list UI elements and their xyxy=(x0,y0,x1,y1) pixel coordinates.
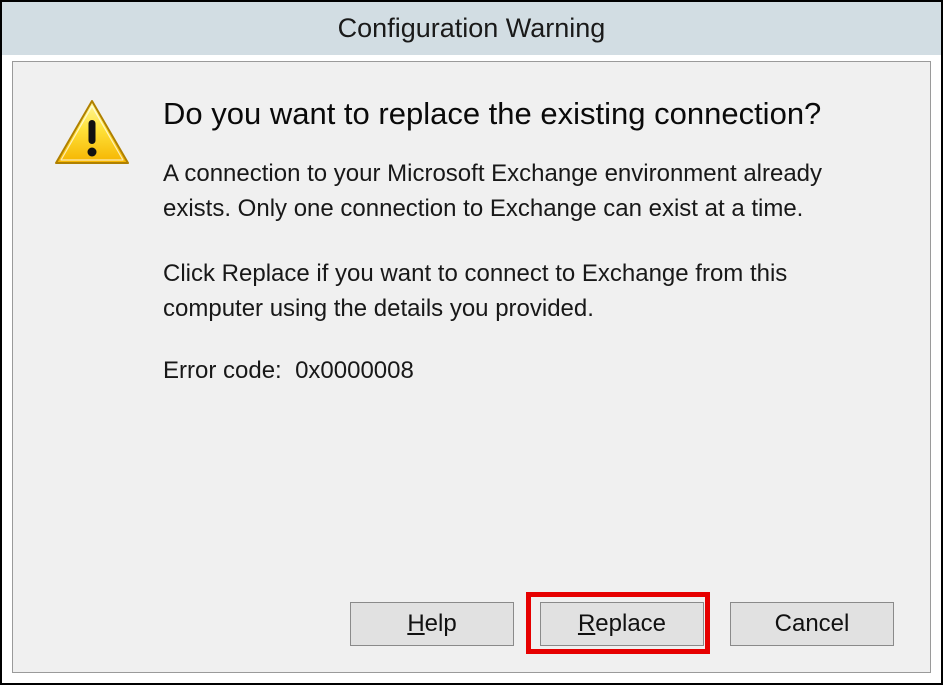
help-button-rest: elp xyxy=(425,610,457,637)
cancel-button-label: Cancel xyxy=(775,610,850,638)
dialog-body: Do you want to replace the existing conn… xyxy=(12,61,931,673)
text-column: Do you want to replace the existing conn… xyxy=(163,92,890,385)
icon-column xyxy=(53,92,163,168)
error-code-line: Error code: 0x0000008 xyxy=(163,357,890,385)
titlebar: Configuration Warning xyxy=(2,2,941,55)
replace-button-rest: eplace xyxy=(595,610,666,637)
replace-button[interactable]: Replace xyxy=(540,602,704,646)
dialog-paragraph-1: A connection to your Microsoft Exchange … xyxy=(163,157,890,227)
button-row: Help Replace Cancel xyxy=(350,602,894,646)
cancel-button[interactable]: Cancel xyxy=(730,602,894,646)
warning-icon xyxy=(53,98,163,168)
dialog-paragraph-2: Click Replace if you want to connect to … xyxy=(163,257,890,327)
error-code-label: Error code: xyxy=(163,357,282,384)
dialog-heading: Do you want to replace the existing conn… xyxy=(163,92,890,135)
help-button-accel: H xyxy=(407,610,424,637)
dialog-window: Configuration Warning xyxy=(0,0,943,685)
help-button[interactable]: Help xyxy=(350,602,514,646)
replace-button-accel: R xyxy=(578,610,595,637)
window-title: Configuration Warning xyxy=(338,13,606,44)
content-row: Do you want to replace the existing conn… xyxy=(53,92,890,385)
error-code-value: 0x0000008 xyxy=(295,357,414,384)
